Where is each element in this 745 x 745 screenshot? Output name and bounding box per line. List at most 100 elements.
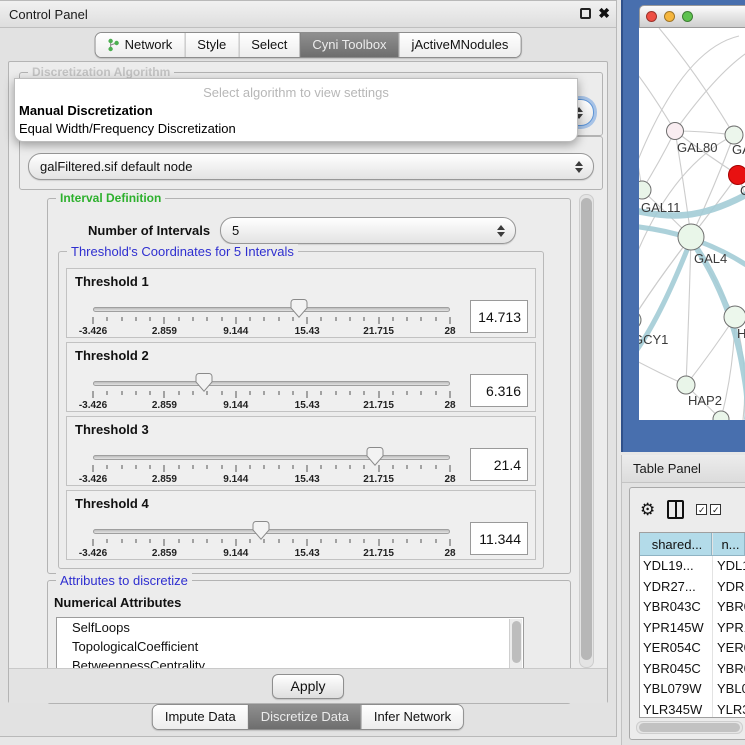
numerical-attributes-label: Numerical Attributes xyxy=(54,595,181,610)
tick-mark xyxy=(364,465,365,469)
network-edge[interactable] xyxy=(639,237,691,320)
threshold-slider: -3.4262.8599.14415.4321.71528 xyxy=(93,372,450,412)
network-node-label: H xyxy=(737,326,745,341)
close-light-icon[interactable] xyxy=(646,11,657,22)
table-row[interactable]: YLR345WYLR3... xyxy=(640,700,745,719)
tick-mark xyxy=(450,391,451,398)
table-column-header[interactable]: n... xyxy=(712,533,745,555)
control-panel-tabs: Network StyleSelectCyni ToolboxjActiveMNo… xyxy=(95,32,522,58)
network-edge[interactable] xyxy=(639,66,675,131)
table-data-combo[interactable]: galFiltered.sif default node xyxy=(28,153,594,180)
tab-network[interactable]: Network xyxy=(96,33,185,57)
threshold-value-field[interactable] xyxy=(470,448,528,481)
network-edge[interactable] xyxy=(686,317,735,385)
network-node-gal80[interactable] xyxy=(667,123,684,140)
tick-mark xyxy=(421,317,422,321)
checkbox-icon[interactable]: ✓ xyxy=(710,504,721,515)
tab-select[interactable]: Select xyxy=(238,33,299,57)
axis-tick-label: 2.859 xyxy=(152,548,177,559)
attribute-list-item[interactable]: SelfLoops xyxy=(57,618,523,637)
threshold-value-field[interactable] xyxy=(470,374,528,407)
slider-ticks xyxy=(93,317,450,325)
node-table: shared...n... YDL19...YDL1...YDR27...YDR… xyxy=(639,532,745,718)
table-header-row: shared...n... xyxy=(640,533,745,556)
tick-mark xyxy=(107,539,108,543)
panel-scrollbar[interactable] xyxy=(579,194,594,668)
slider-axis-labels: -3.4262.8599.14415.4321.71528 xyxy=(93,474,450,486)
bottom-tab-impute-data[interactable]: Impute Data xyxy=(153,705,248,729)
attributes-scrollbar[interactable] xyxy=(509,619,522,669)
table-row[interactable]: YBR045CYBR0... xyxy=(640,659,745,680)
tick-mark xyxy=(321,391,322,395)
threshold-value-field[interactable] xyxy=(470,300,528,333)
tab-cyni-toolbox[interactable]: Cyni Toolbox xyxy=(299,33,398,57)
table-cell: YLR345W xyxy=(640,700,712,719)
algorithm-option[interactable]: Equal Width/Frequency Discretization xyxy=(19,121,236,136)
tab-jactivemnodules[interactable]: jActiveMNodules xyxy=(399,33,521,57)
table-row[interactable]: YER054CYER0... xyxy=(640,638,745,659)
tick-mark xyxy=(307,539,308,546)
tick-mark xyxy=(292,317,293,321)
number-of-intervals-combo[interactable]: 5 xyxy=(220,217,516,244)
network-node[interactable] xyxy=(713,411,729,420)
tab-style[interactable]: Style xyxy=(184,33,238,57)
slider-track[interactable] xyxy=(93,307,450,312)
network-view-window: GAL80GACGAL11GAL4GCY1HHAP2 xyxy=(621,0,745,452)
network-node-gal4[interactable] xyxy=(678,224,704,250)
tick-mark xyxy=(135,465,136,469)
table-cell: YLR3... xyxy=(712,700,745,719)
algorithm-option[interactable]: Manual Discretization xyxy=(19,103,153,118)
table-row[interactable]: YDR27...YDR2... xyxy=(640,577,745,598)
table-body: YDL19...YDL1...YDR27...YDR2...YBR043CYBR… xyxy=(640,556,745,718)
tick-mark xyxy=(192,317,193,321)
attribute-list-item[interactable]: TopologicalCoefficient xyxy=(57,637,523,656)
network-node-gcy1[interactable] xyxy=(639,311,641,329)
tick-mark xyxy=(93,465,94,472)
minimize-light-icon[interactable] xyxy=(664,11,675,22)
slider-track[interactable] xyxy=(93,381,450,386)
network-edge[interactable] xyxy=(639,237,691,320)
network-node-c[interactable] xyxy=(729,166,745,185)
network-edge[interactable] xyxy=(639,36,739,178)
network-node-hap2[interactable] xyxy=(677,376,695,394)
control-panel-title: Control Panel xyxy=(0,7,88,22)
bottom-tab-infer-network[interactable]: Infer Network xyxy=(361,705,463,729)
checkbox-icon[interactable]: ✓ xyxy=(696,504,707,515)
close-icon[interactable]: ✖ xyxy=(598,6,610,20)
tick-mark xyxy=(93,317,94,324)
tick-mark xyxy=(421,539,422,543)
network-graph: GAL80GACGAL11GAL4GCY1HHAP2 xyxy=(639,28,745,420)
zoom-light-icon[interactable] xyxy=(682,11,693,22)
network-window-titlebar xyxy=(639,5,745,28)
tick-mark xyxy=(192,539,193,543)
axis-tick-label: 28 xyxy=(444,326,455,337)
gear-icon[interactable]: ⚙ xyxy=(640,501,655,518)
table-panel-titlebar: Table Panel xyxy=(622,455,745,483)
table-horizontal-scrollbar[interactable] xyxy=(636,721,743,734)
tick-mark xyxy=(350,317,351,321)
slider-track[interactable] xyxy=(93,529,450,534)
columns-icon[interactable] xyxy=(667,500,684,519)
tick-mark xyxy=(221,317,222,321)
tick-mark xyxy=(350,465,351,469)
network-canvas[interactable]: GAL80GACGAL11GAL4GCY1HHAP2 xyxy=(639,28,745,420)
network-node-label: GCY1 xyxy=(639,332,668,347)
apply-button[interactable]: Apply xyxy=(272,674,343,699)
table-row[interactable]: YBL079WYBL0... xyxy=(640,679,745,700)
network-node-label: HAP2 xyxy=(688,393,722,408)
float-window-icon[interactable] xyxy=(580,8,591,19)
slider-track[interactable] xyxy=(93,455,450,460)
network-edge[interactable] xyxy=(686,237,691,385)
tick-mark xyxy=(335,317,336,321)
tab-label: Network xyxy=(125,37,173,52)
network-node-h[interactable] xyxy=(724,306,745,328)
network-edge[interactable] xyxy=(659,28,734,135)
table-row[interactable]: YPR145WYPR1... xyxy=(640,618,745,639)
table-cell: YBR045C xyxy=(640,659,712,680)
bottom-tab-discretize-data[interactable]: Discretize Data xyxy=(248,705,361,729)
threshold-value-field[interactable] xyxy=(470,522,528,555)
table-cell: YBR043C xyxy=(640,597,712,618)
table-column-header[interactable]: shared... xyxy=(640,533,712,555)
table-row[interactable]: YDL19...YDL1... xyxy=(640,556,745,577)
table-row[interactable]: YBR043CYBR0... xyxy=(640,597,745,618)
